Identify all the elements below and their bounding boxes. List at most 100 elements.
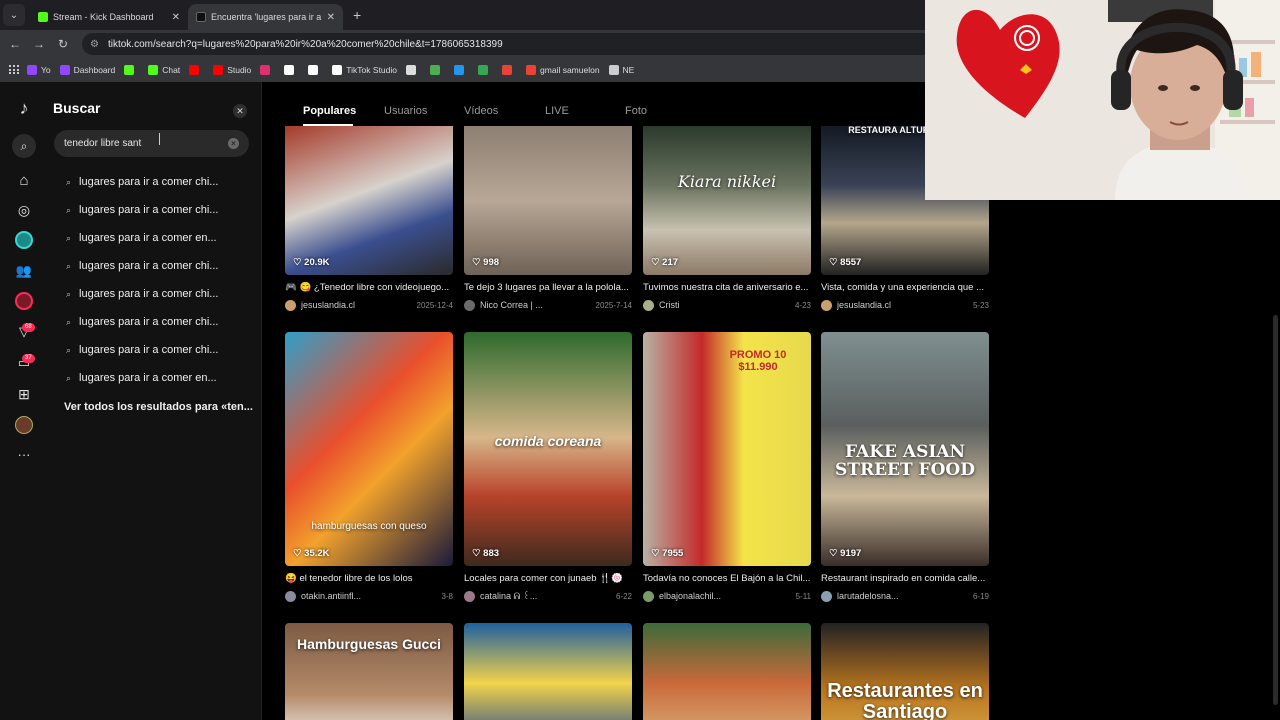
video-thumbnail[interactable]: PROMO 10 $11.990 ♡ 7955	[643, 332, 811, 566]
page-scrollbar[interactable]	[1273, 315, 1278, 705]
author-avatar[interactable]	[285, 299, 296, 311]
bookmark-item[interactable]	[478, 65, 492, 75]
author-avatar[interactable]	[821, 590, 832, 602]
author-name[interactable]: jesuslandia.cl	[837, 300, 973, 310]
bookmark-item[interactable]	[260, 65, 274, 75]
bookmark-item[interactable]	[308, 65, 322, 75]
bookmark-item[interactable]	[430, 65, 444, 75]
site-info-icon[interactable]: ⚙	[90, 39, 99, 50]
video-caption[interactable]: 😝 el tenedor libre de los lolos	[285, 573, 453, 586]
new-tab-icon[interactable]: +	[353, 7, 361, 23]
video-thumbnail[interactable]	[643, 623, 811, 720]
author-avatar[interactable]	[285, 590, 296, 602]
video-caption[interactable]: Restaurant inspirado en comida calle...	[821, 573, 989, 586]
tab-search-icon[interactable]: ⌄	[3, 4, 25, 26]
bookmark-item[interactable]	[406, 65, 420, 75]
search-input[interactable]	[64, 138, 224, 149]
suggestion-item[interactable]: ⌕ lugares para ir a comer en...	[66, 370, 251, 386]
suggestion-item[interactable]: ⌕ lugares para ir a comer chi...	[66, 258, 251, 274]
forward-icon[interactable]: →	[27, 37, 51, 51]
bookmark-item[interactable]: gmail samuelon	[526, 65, 600, 75]
content-tab[interactable]: LIVE	[545, 105, 625, 121]
bookmark-item[interactable]: Dashboard	[59, 65, 115, 75]
video-thumbnail[interactable]	[464, 623, 632, 720]
search-icon[interactable]: ⌕	[12, 134, 36, 158]
home-icon[interactable]: ⌂	[14, 170, 34, 190]
upload-icon[interactable]: ⊞	[14, 384, 34, 404]
content-tab[interactable]: Usuarios	[384, 105, 464, 121]
video-caption[interactable]: 🎮 😋 ¿Tenedor libre con videojuego...	[285, 282, 453, 295]
video-caption[interactable]: Todavía no conoces El Bajón a la Chil...	[643, 573, 811, 586]
video-thumbnail[interactable]: Kiara nikkei ♡ 217	[643, 126, 811, 275]
content-tab[interactable]: Vídeos	[464, 105, 545, 121]
bookmark-item[interactable]: Chat	[148, 65, 180, 75]
suggestion-item[interactable]: ⌕ lugares para ir a comer en...	[66, 230, 251, 246]
suggestion-item[interactable]: ⌕ lugares para ir a comer chi...	[66, 314, 251, 330]
browser-tab-kick[interactable]: Stream - Kick Dashboard ✕	[30, 4, 188, 30]
search-box[interactable]: ×	[54, 130, 249, 157]
back-icon[interactable]: ←	[3, 37, 27, 51]
bookmark-item[interactable]: TikTok Studio	[332, 65, 397, 75]
bookmark-item[interactable]	[124, 65, 138, 75]
suggestion-item[interactable]: ⌕ lugares para ir a comer chi...	[66, 286, 251, 302]
bookmark-item[interactable]	[454, 65, 468, 75]
author-name[interactable]: otakin.antiinfl...	[301, 591, 441, 601]
author-avatar[interactable]	[464, 590, 475, 602]
more-icon[interactable]: ···	[14, 444, 34, 464]
reload-icon[interactable]: ↻	[51, 37, 75, 51]
video-caption[interactable]: Locales para comer con junaeb 🍴🍥	[464, 573, 632, 586]
author-name[interactable]: elbajonalachil...	[659, 591, 796, 601]
video-thumbnail[interactable]: Restaurantes en Santiago	[821, 623, 989, 720]
video-card[interactable]: ♡ 998 Te dejo 3 lugares pa llevar a la po…	[464, 126, 632, 311]
see-all-results-link[interactable]: Ver todos los resultados para «ten...	[64, 401, 253, 413]
video-thumbnail[interactable]: comida coreana ♡ 883	[464, 332, 632, 566]
video-card[interactable]: hamburguesas con queso ♡ 35.2K 😝 el tenedo…	[285, 332, 453, 602]
video-thumbnail[interactable]: Hamburguesas Gucci	[285, 623, 453, 720]
video-thumbnail[interactable]: hamburguesas con queso ♡ 35.2K	[285, 332, 453, 566]
video-card[interactable]: Restaurantes en Santiago	[821, 623, 989, 720]
video-caption[interactable]: Te dejo 3 lugares pa llevar a la polola.…	[464, 282, 632, 295]
profile-avatar[interactable]	[15, 416, 33, 434]
clear-search-icon[interactable]: ×	[228, 138, 239, 149]
author-name[interactable]: Nico Correa | ...	[480, 300, 596, 310]
suggestion-item[interactable]: ⌕ lugares para ir a comer chi...	[66, 202, 251, 218]
close-tab-icon[interactable]: ✕	[327, 12, 335, 23]
bookmark-item[interactable]: Yo	[27, 65, 51, 75]
author-avatar[interactable]	[643, 299, 654, 311]
bookmark-item[interactable]	[284, 65, 298, 75]
following-avatar-icon[interactable]	[15, 231, 33, 249]
video-card[interactable]: comida coreana ♡ 883 Locales para comer co…	[464, 332, 632, 602]
video-card[interactable]	[643, 623, 811, 720]
explore-icon[interactable]: ◎	[14, 200, 34, 220]
suggestion-item[interactable]: ⌕ lugares para ir a comer chi...	[66, 174, 251, 190]
content-tab[interactable]: Foto	[625, 105, 647, 121]
author-name[interactable]: larutadelosna...	[837, 591, 973, 601]
video-thumbnail[interactable]: FAKE ASIAN STREET FOOD ♡ 9197	[821, 332, 989, 566]
author-avatar[interactable]	[464, 299, 475, 311]
bookmark-item[interactable]: NE	[608, 65, 634, 75]
bookmark-item[interactable]	[189, 65, 203, 75]
author-name[interactable]: jesuslandia.cl	[301, 300, 417, 310]
video-card[interactable]: ♡ 20.9K 🎮 😋 ¿Tenedor libre con videojuego…	[285, 126, 453, 311]
video-card[interactable]: Kiara nikkei ♡ 217 Tuvimos nuestra cita de…	[643, 126, 811, 311]
author-name[interactable]: catalina ᕱ ꒰...	[480, 590, 616, 602]
browser-tab-tiktok[interactable]: Encuentra 'lugares para ir a com ✕	[188, 4, 343, 30]
live-icon[interactable]	[15, 292, 33, 310]
close-icon[interactable]: ✕	[233, 104, 247, 118]
tiktok-logo-icon[interactable]: ♪	[14, 98, 34, 118]
video-thumbnail[interactable]: ♡ 998	[464, 126, 632, 275]
friends-icon[interactable]: 👥	[14, 261, 34, 281]
video-card[interactable]: FAKE ASIAN STREET FOOD ♡ 9197 Restaurant i…	[821, 332, 989, 602]
video-card[interactable]	[464, 623, 632, 720]
author-name[interactable]: Cristi	[659, 300, 795, 310]
video-thumbnail[interactable]: ♡ 20.9K	[285, 126, 453, 275]
video-caption[interactable]: Vista, comida y una experiencia que ...	[821, 282, 989, 295]
suggestion-item[interactable]: ⌕ lugares para ir a comer chi...	[66, 342, 251, 358]
close-tab-icon[interactable]: ✕	[172, 12, 180, 23]
author-avatar[interactable]	[821, 299, 832, 311]
content-tab[interactable]: Populares	[303, 105, 384, 121]
bookmark-item[interactable]	[502, 65, 516, 75]
bookmark-item[interactable]: Studio	[213, 65, 251, 75]
author-avatar[interactable]	[643, 590, 654, 602]
video-card[interactable]: PROMO 10 $11.990 ♡ 7955 Todavía no conoces…	[643, 332, 811, 602]
